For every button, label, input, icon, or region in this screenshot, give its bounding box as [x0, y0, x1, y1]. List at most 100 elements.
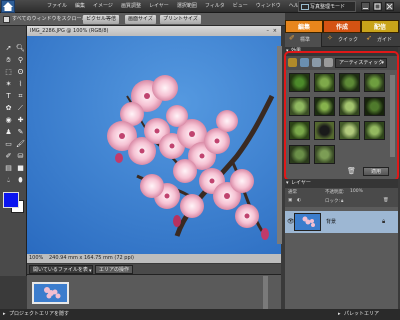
- bin-file-dropdown[interactable]: 開いているファイルを表示: [29, 265, 93, 282]
- wand-icon: ✧: [327, 34, 333, 42]
- tab-share[interactable]: 配信: [361, 20, 399, 33]
- project-bin-header: 開いているファイルを表示 ▾ エリアの操作: [27, 264, 281, 282]
- tab-guided-label: ガイド: [377, 37, 393, 43]
- red-eye-tool-icon[interactable]: ◉: [3, 115, 14, 125]
- document-title: IMG_2286.JPG @ 100% (RGB/8): [30, 28, 109, 34]
- layers-panel-title: レイヤー: [291, 180, 311, 186]
- document-window: IMG_2286.JPG @ 100% (RGB/8) – ×: [27, 26, 281, 260]
- brush-tool-icon[interactable]: 🖌︎: [15, 139, 26, 149]
- layer-thumbnail-photo: [295, 214, 320, 230]
- type-tool-icon[interactable]: T: [3, 91, 14, 101]
- close-button[interactable]: [385, 2, 394, 11]
- menu-enhance[interactable]: 画質調整: [117, 0, 145, 13]
- triangle-icon: ▸: [3, 311, 6, 317]
- organizer-mode-label: 写真整理モード: [310, 4, 346, 10]
- menu-view[interactable]: ビュー: [229, 0, 252, 13]
- magic-wand-tool-icon[interactable]: ✶: [3, 79, 14, 89]
- adjust-layer-icon[interactable]: ◐: [297, 198, 301, 203]
- brush-icon: ✐: [289, 34, 295, 42]
- selection-brush-tool-icon[interactable]: ⌇: [15, 79, 26, 89]
- maximize-icon: [374, 3, 381, 10]
- blend-mode-select[interactable]: 通常: [288, 189, 297, 195]
- cherry-blossom-photo: [27, 36, 281, 258]
- actual-pixels-button[interactable]: ピクセル等倍: [83, 15, 120, 24]
- clone-stamp-tool-icon[interactable]: ♟: [3, 127, 14, 137]
- smart-brush-tool-icon[interactable]: ✐: [3, 151, 14, 161]
- document-info: 240.94 mm x 164.75 mm (72 ppi): [49, 255, 134, 261]
- project-bin-thumbnail[interactable]: [32, 282, 69, 304]
- menu-window[interactable]: ウィンドウ: [252, 0, 285, 13]
- doc-minimize-icon[interactable]: –: [267, 26, 270, 36]
- cookie-cutter-tool-icon[interactable]: ✿: [3, 103, 14, 113]
- palette-bin-button[interactable]: パレットエリア: [344, 309, 379, 320]
- document-vertical-scrollbar[interactable]: [277, 46, 282, 244]
- hide-project-bin-button[interactable]: プロジェクトエリアを隠す: [9, 309, 69, 320]
- tab-guided[interactable]: ➶ ガイド: [362, 33, 400, 47]
- mode-tabs: 編集 作成 配信: [285, 20, 400, 33]
- edit-subtabs: ✐ 標準 ✧ クイック ➶ ガイド: [285, 33, 400, 47]
- straighten-tool-icon[interactable]: ⟋: [15, 103, 26, 113]
- layer-name: 背景: [326, 219, 337, 225]
- delete-layer-icon[interactable]: 🗑︎: [383, 198, 389, 203]
- scroll-all-label: すべてのウィンドウをスクロール: [12, 16, 87, 22]
- layer-thumbnail: [294, 213, 321, 231]
- layers-panel-header[interactable]: ▾ レイヤー: [285, 179, 398, 188]
- document-status-bar: 100% 240.94 mm x 164.75 mm (72 ppi): [27, 254, 281, 263]
- tab-full-edit[interactable]: ✐ 標準: [285, 33, 322, 47]
- chevron-down-icon: ▾: [89, 268, 92, 274]
- guide-icon: ➶: [366, 34, 372, 42]
- move-tool-icon[interactable]: ➚: [3, 43, 14, 53]
- pencil-tool-icon[interactable]: ✎: [15, 127, 26, 137]
- tab-quick-fix-label: クイック: [338, 37, 359, 43]
- scroll-all-checkbox[interactable]: [3, 16, 10, 23]
- minimize-button[interactable]: [361, 2, 370, 11]
- layer-lock-icon: 🔒︎: [382, 218, 386, 225]
- document-title-bar: IMG_2286.JPG @ 100% (RGB/8) – ×: [27, 26, 281, 36]
- new-layer-icon[interactable]: ▣: [288, 198, 292, 203]
- toolbox: ➚ 🔍︎ ✋︎ ⚲ ⬚ ʘ ✶ ⌇ T ⌗ ✿ ⟋ ◉ ✚ ♟ ✎ ▭ 🖌︎ ✐…: [0, 26, 27, 276]
- thumbnail-photo: [34, 284, 67, 302]
- bin-scrollbar[interactable]: [263, 276, 268, 309]
- print-size-button[interactable]: プリントサイズ: [160, 15, 201, 24]
- healing-brush-tool-icon[interactable]: ✚: [15, 115, 26, 125]
- gradient-tool-icon[interactable]: ▤: [3, 163, 14, 173]
- zoom-level[interactable]: 100%: [29, 254, 43, 263]
- image-canvas[interactable]: [27, 36, 281, 258]
- hand-tool-icon[interactable]: ✋︎: [3, 55, 14, 65]
- layers-panel: ▾ レイヤー 通常 不透明度: 100% ▣ ◐ ロック: 🔒︎ 🗑︎ 👁︎ 背…: [285, 179, 398, 309]
- shape-tool-icon[interactable]: ■: [15, 163, 26, 173]
- doc-close-icon[interactable]: ×: [273, 26, 277, 36]
- paint-bucket-tool-icon[interactable]: ⛁: [15, 151, 26, 161]
- marquee-tool-icon[interactable]: ⬚: [3, 67, 14, 77]
- menu-file[interactable]: ファイル: [43, 0, 71, 13]
- menu-select[interactable]: 選択範囲: [173, 0, 201, 13]
- maximize-button[interactable]: [373, 2, 382, 11]
- eyedropper-tool-icon[interactable]: ⚲: [15, 55, 26, 65]
- organizer-mode-button[interactable]: 写真整理モード: [298, 1, 356, 12]
- menu-filter[interactable]: フィルタ: [201, 0, 229, 13]
- tab-create[interactable]: 作成: [323, 20, 361, 33]
- opacity-input[interactable]: 100%: [350, 189, 363, 194]
- menu-image[interactable]: イメージ: [89, 0, 117, 13]
- blur-tool-icon[interactable]: 💧︎: [3, 175, 14, 185]
- sponge-tool-icon[interactable]: ⬮: [15, 175, 26, 185]
- foreground-color-swatch[interactable]: [3, 192, 19, 208]
- tab-full-edit-label: 標準: [300, 37, 311, 43]
- highlight-box: [284, 51, 399, 181]
- tab-edit[interactable]: 編集: [285, 20, 323, 33]
- menu-edit[interactable]: 編集: [71, 0, 89, 13]
- eraser-tool-icon[interactable]: ▭: [3, 139, 14, 149]
- fit-screen-button[interactable]: 画面サイズ: [125, 15, 156, 24]
- tab-quick-fix[interactable]: ✧ クイック: [323, 33, 361, 47]
- minimize-icon: [363, 8, 368, 9]
- lock-icon[interactable]: 🔒︎: [341, 198, 343, 204]
- triangle-icon: ▸: [338, 311, 341, 317]
- menu-layer[interactable]: レイヤー: [145, 0, 173, 13]
- bin-area-tab[interactable]: エリアの操作: [95, 265, 134, 274]
- zoom-tool-icon[interactable]: 🔍︎: [15, 43, 26, 53]
- menu-bar: ファイル 編集 イメージ 画質調整 レイヤー 選択範囲 フィルタ ビュー ウィン…: [0, 0, 400, 13]
- crop-tool-icon[interactable]: ⌗: [15, 91, 26, 101]
- home-button[interactable]: [1, 0, 15, 13]
- collapse-triangle-icon: ▾: [286, 180, 289, 186]
- lasso-tool-icon[interactable]: ʘ: [15, 67, 26, 77]
